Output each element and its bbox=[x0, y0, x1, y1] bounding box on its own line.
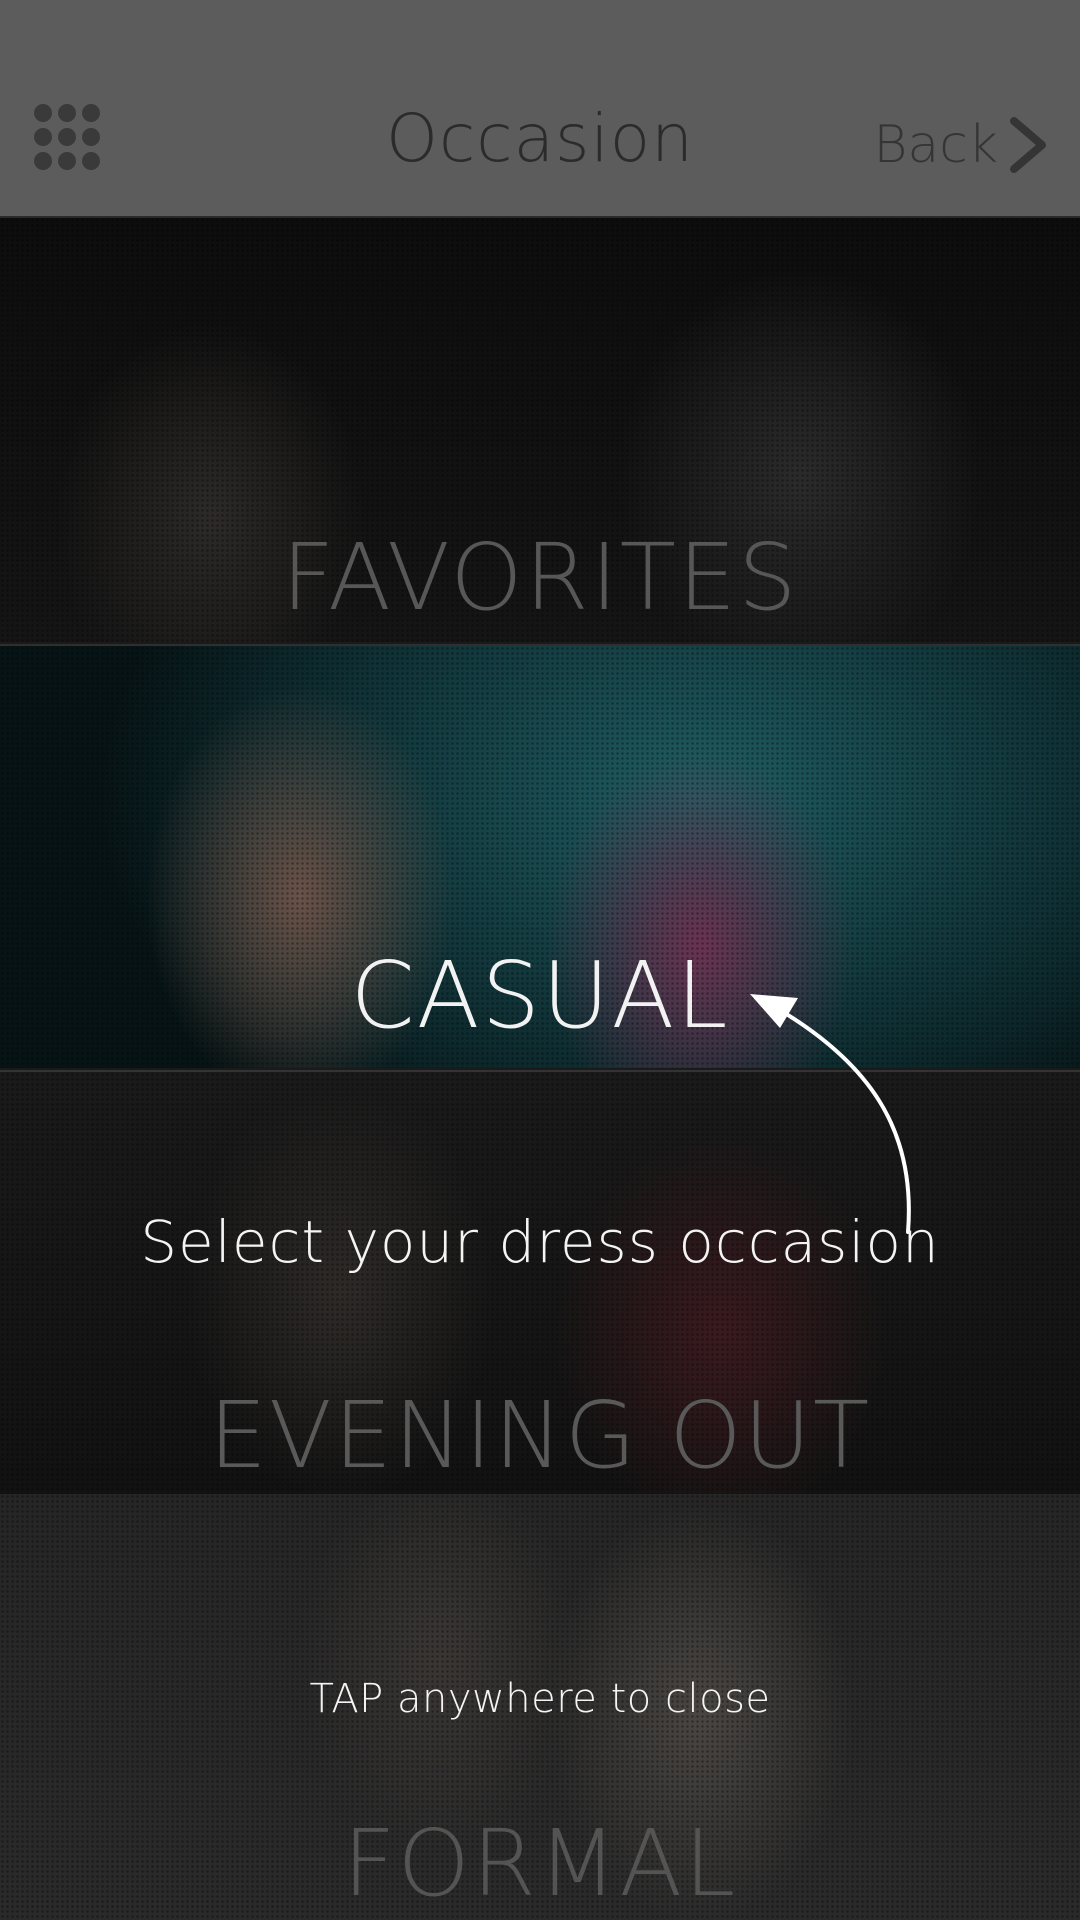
tap-to-close-text[interactable]: TAP anywhere to close bbox=[0, 1676, 1080, 1722]
occasion-label: FAVORITES bbox=[281, 524, 799, 631]
occasion-label: FORMAL bbox=[342, 1810, 738, 1917]
chevron-right-icon bbox=[1010, 117, 1046, 173]
curved-arrow-icon bbox=[750, 994, 911, 1234]
occasion-screen[interactable]: Occasion Back FAVORITES CASUAL EVENING O… bbox=[0, 0, 1080, 1920]
header-bar: Occasion Back bbox=[0, 0, 1080, 218]
back-button[interactable]: Back bbox=[873, 110, 1052, 180]
tutorial-hint-text: Select your dress occasion bbox=[140, 1208, 940, 1276]
back-label: Back bbox=[873, 115, 998, 175]
occasion-label: EVENING OUT bbox=[208, 1382, 872, 1489]
occasion-favorites[interactable]: FAVORITES bbox=[0, 218, 1080, 642]
